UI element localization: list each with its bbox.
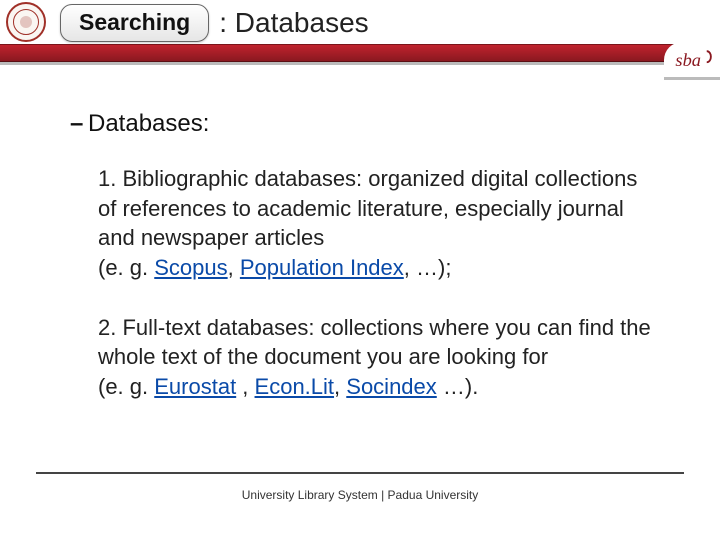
paragraph-1: 1. Bibliographic databases: organized di…	[98, 164, 660, 283]
para1-eg-prefix: (e. g.	[98, 255, 154, 280]
link-eurostat[interactable]: Eurostat	[154, 374, 236, 399]
title-tab: Searching	[60, 4, 209, 42]
para2-tail: …).	[437, 374, 479, 399]
footer-text: University Library System | Padua Univer…	[0, 488, 720, 502]
para1-tail: , …);	[404, 255, 452, 280]
bullet-dash: –	[70, 110, 88, 138]
link-econlit[interactable]: Econ.Lit	[255, 374, 335, 399]
footer-divider	[36, 472, 684, 474]
para2-sep2: ,	[334, 374, 346, 399]
paragraph-2: 2. Full-text databases: collections wher…	[98, 313, 660, 402]
para2-sep1: ,	[236, 374, 254, 399]
para1-sep1: ,	[228, 255, 240, 280]
title-suffix: : Databases	[219, 7, 368, 39]
slide-content: – Databases: 1. Bibliographic databases:…	[70, 110, 660, 432]
link-scopus[interactable]: Scopus	[154, 255, 227, 280]
title-row: Searching : Databases	[60, 4, 369, 42]
header-divider-bar	[0, 44, 720, 62]
para1-lead: 1. Bibliographic databases: organized di…	[98, 166, 637, 250]
university-seal-icon	[6, 2, 46, 42]
para2-lead: 2. Full-text databases: collections wher…	[98, 315, 651, 370]
slide-header: Searching : Databases sba	[0, 0, 720, 70]
link-socindex[interactable]: Socindex	[346, 374, 437, 399]
bullet-label: Databases:	[88, 110, 209, 138]
sba-logo-text: sba	[675, 50, 701, 70]
sba-logo-icon: sba	[664, 42, 720, 80]
para2-eg-prefix: (e. g.	[98, 374, 154, 399]
link-population-index[interactable]: Population Index	[240, 255, 404, 280]
bullet-row: – Databases:	[70, 110, 660, 138]
